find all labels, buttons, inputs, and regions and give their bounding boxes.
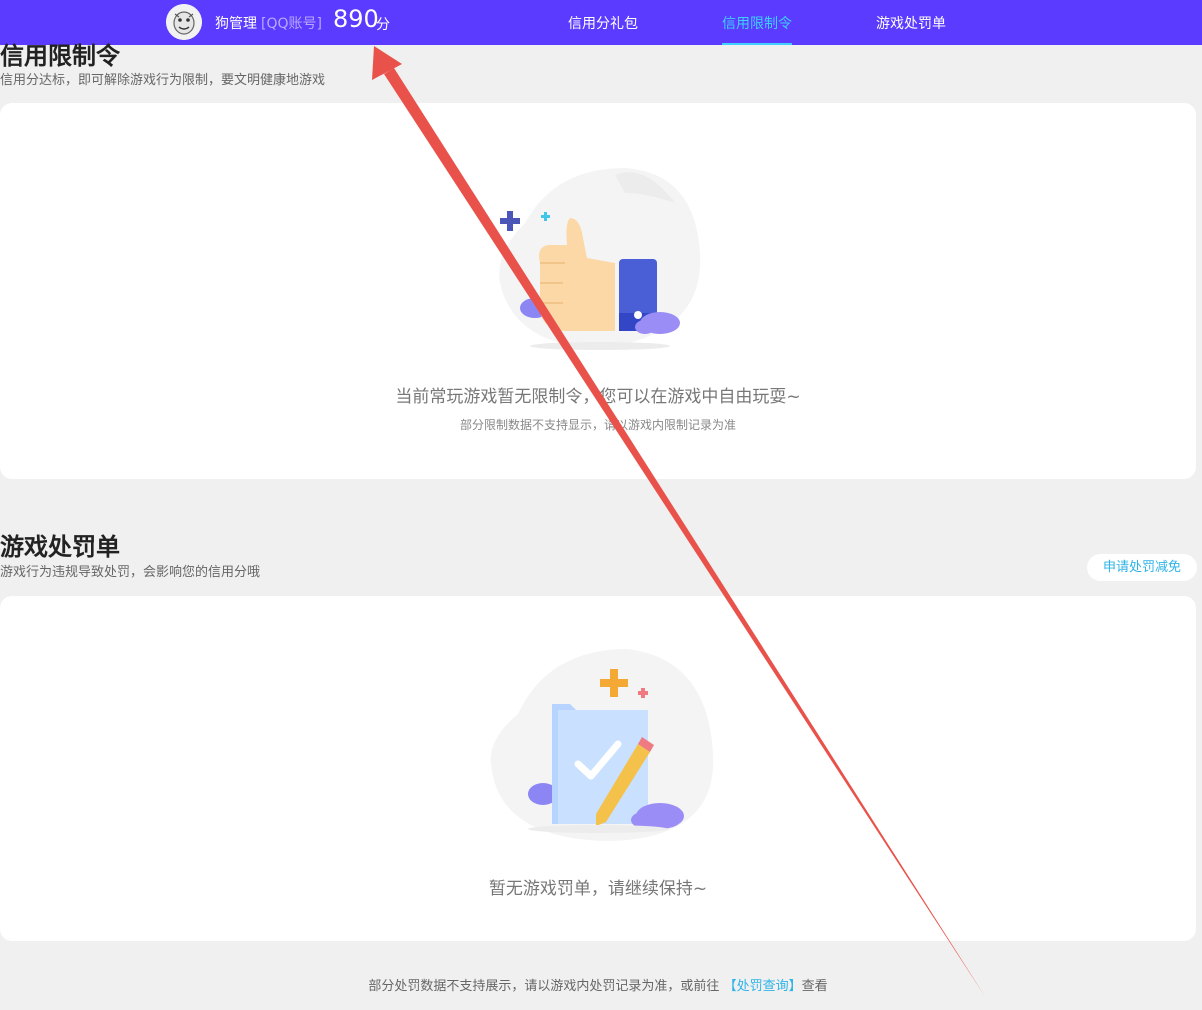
checklist-pencil-icon	[490, 649, 714, 841]
top-nav-bar: 狗管理 [QQ账号] 890 分 信用分礼包 信用限制令 游戏处罚单	[0, 0, 1202, 45]
thumbs-up-icon	[499, 168, 701, 350]
punish-section-subtitle: 游戏行为违规导致处罚，会影响您的信用分哦	[0, 565, 261, 580]
limit-empty-card: 当前常玩游戏暂无限制令，您可以在游戏中自由玩耍~ 部分限制数据不支持显示，请以游…	[0, 103, 1196, 479]
tab-credit-gift[interactable]: 信用分礼包	[568, 13, 638, 45]
user-name: 狗管理	[215, 16, 257, 32]
punish-section-title: 游戏处罚单	[0, 533, 120, 561]
tab-credit-limit[interactable]: 信用限制令	[722, 13, 792, 45]
footer-note-prefix: 部分处罚数据不支持展示，请以游戏内处罚记录为准，或前往	[368, 979, 720, 994]
tab-game-punishment[interactable]: 游戏处罚单	[876, 13, 946, 45]
credit-score-unit: 分	[376, 17, 390, 33]
limit-section-subtitle: 信用分达标，即可解除游戏行为限制，要文明健康地游戏	[0, 73, 326, 88]
punish-empty-text: 暂无游戏罚单，请继续保持~	[488, 879, 708, 899]
limit-empty-text: 当前常玩游戏暂无限制令，您可以在游戏中自由玩耍~	[395, 387, 801, 407]
credit-score: 890	[333, 5, 379, 33]
account-type-label: [QQ账号]	[261, 16, 322, 32]
punish-empty-card: 暂无游戏罚单，请继续保持~	[0, 596, 1196, 941]
footer-note-suffix: 查看	[801, 979, 828, 994]
limit-section-title: 信用限制令	[0, 42, 120, 70]
apply-penalty-reduction-button[interactable]: 申请处罚减免	[1087, 554, 1197, 581]
avatar-image	[166, 4, 202, 40]
footer-note: 部分处罚数据不支持展示，请以游戏内处罚记录为准，或前往 【处罚查询】查看	[0, 975, 1196, 994]
penalty-query-link[interactable]: 【处罚查询】	[724, 979, 802, 994]
avatar[interactable]	[166, 4, 202, 40]
limit-data-note: 部分限制数据不支持显示，请以游戏内限制记录为准	[459, 418, 736, 432]
